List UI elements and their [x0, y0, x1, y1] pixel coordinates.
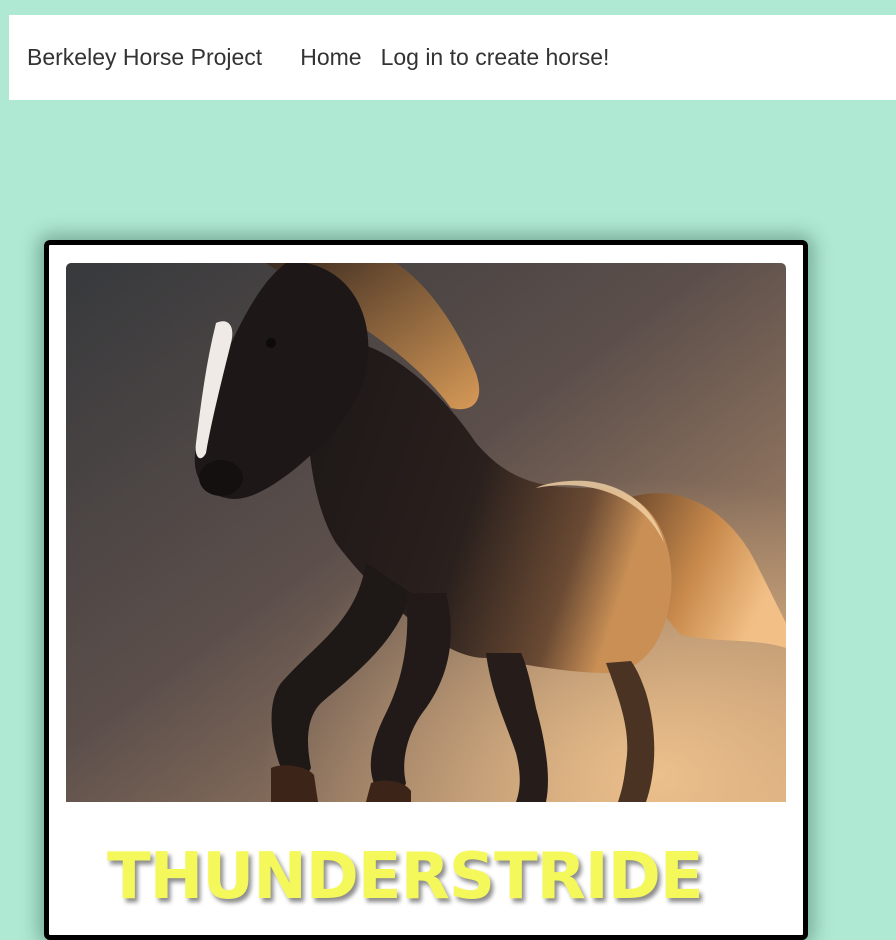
horse-image — [66, 263, 786, 802]
nav-home-link[interactable]: Home — [300, 44, 361, 71]
horse-name: THUNDERSTRIDE — [107, 840, 704, 914]
navbar: Berkeley Horse Project Home Log in to cr… — [9, 15, 896, 100]
nav-login-link[interactable]: Log in to create horse! — [381, 44, 610, 71]
brand-link[interactable]: Berkeley Horse Project — [27, 44, 262, 71]
horse-card: THUNDERSTRIDE — [44, 240, 808, 940]
